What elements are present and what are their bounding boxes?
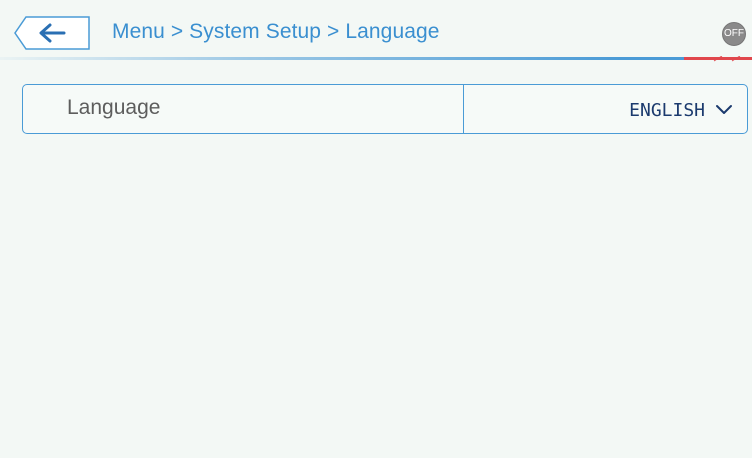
language-label: Language (23, 85, 464, 133)
language-dropdown[interactable]: ENGLISH (464, 85, 747, 133)
header-divider (0, 56, 752, 62)
header-bar: Menu > System Setup > Language OFF (0, 0, 752, 66)
power-off-badge[interactable]: OFF (722, 22, 746, 46)
back-button[interactable] (14, 16, 90, 50)
chevron-down-icon (715, 103, 733, 115)
language-selected-value: ENGLISH (629, 100, 705, 121)
breadcrumb: Menu > System Setup > Language (112, 20, 440, 43)
language-setting-row: Language ENGLISH (22, 84, 748, 134)
